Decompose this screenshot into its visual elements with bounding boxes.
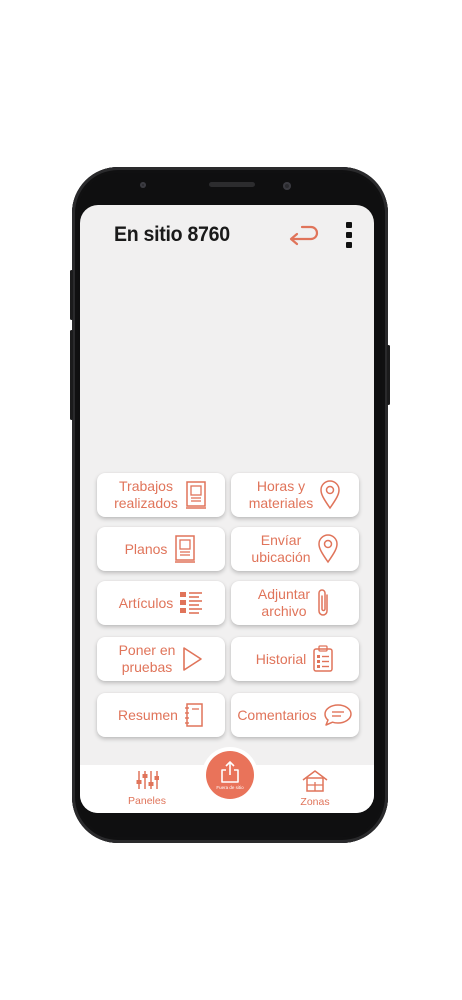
tile-adjuntar-archivo[interactable]: Adjuntar archivo	[231, 581, 359, 625]
tile-label-line2: archivo	[261, 603, 307, 619]
sliders-icon	[136, 771, 160, 789]
back-button[interactable]	[284, 225, 320, 249]
nav-paneles[interactable]: Paneles	[120, 769, 174, 807]
app-header: En sitio 8760	[80, 205, 374, 265]
chat-bubble-icon	[323, 704, 352, 726]
tile-label-line1: Planos	[124, 540, 168, 557]
tile-label: Historial	[256, 651, 307, 668]
tile-label-line1: Trabajos	[119, 478, 173, 494]
map-pin-icon	[320, 480, 341, 510]
tile-label: Comentarios	[237, 707, 316, 724]
play-icon	[183, 647, 203, 671]
tile-label-line2: materiales	[248, 495, 314, 511]
tile-historial[interactable]: Historial	[231, 637, 359, 681]
tile-label-line1: Comentarios	[237, 706, 317, 723]
tile-label: Resumen	[118, 707, 178, 724]
kebab-dot-icon	[346, 232, 352, 238]
paperclip-icon	[318, 589, 328, 616]
tile-poner-en-pruebas[interactable]: Poner en pruebas	[97, 637, 225, 681]
phone-side-button	[70, 270, 73, 320]
phone-sensor	[140, 182, 146, 188]
tile-label-line1: Poner en	[118, 642, 176, 658]
tile-label: Planos	[125, 541, 168, 558]
tile-label: Envíar ubicación	[251, 532, 310, 566]
nav-zonas-label: Zonas	[300, 796, 330, 808]
kebab-dot-icon	[346, 242, 352, 248]
tile-label: Trabajos realizados	[114, 478, 178, 512]
list-icon	[180, 592, 203, 614]
tile-label-line1: Artículos	[118, 594, 174, 611]
clipboard-icon	[313, 645, 334, 672]
map-pin-icon	[317, 534, 338, 564]
tile-label-line2: realizados	[114, 495, 178, 511]
tile-label-line1: Envíar	[260, 532, 302, 548]
nav-zonas[interactable]: Zonas	[290, 769, 340, 808]
phone-speaker	[209, 182, 255, 187]
fab-label: Fuera de sitio	[216, 785, 244, 790]
kebab-dot-icon	[346, 222, 352, 228]
phone-side-button	[70, 330, 73, 420]
phone-camera	[283, 182, 291, 190]
tile-label: Artículos	[119, 595, 173, 612]
tile-articulos[interactable]: Artículos	[97, 581, 225, 625]
tile-label: Adjuntar archivo	[258, 586, 310, 620]
nav-paneles-label: Paneles	[128, 795, 166, 807]
tile-trabajos-realizados[interactable]: Trabajos realizados	[97, 473, 225, 517]
tile-label-line2: ubicación	[251, 549, 311, 565]
fuera-de-sitio-button[interactable]: Fuera de sitio	[206, 751, 254, 799]
house-icon	[302, 770, 328, 792]
tile-label-line2: pruebas	[121, 659, 173, 675]
app-screen: En sitio 8760 Trabajos realizados Horas …	[80, 205, 374, 813]
blueprint-icon	[175, 535, 196, 563]
phone-side-button	[387, 345, 390, 405]
more-options-button[interactable]	[343, 222, 355, 252]
tile-label: Poner en pruebas	[119, 642, 176, 676]
tile-label-line1: Resumen	[118, 706, 178, 723]
page-title: En sitio 8760	[114, 223, 230, 246]
share-upload-icon	[221, 761, 239, 783]
return-arrow-icon	[289, 225, 319, 246]
tile-horas-y-materiales[interactable]: Horas y materiales	[231, 473, 359, 517]
tile-resumen[interactable]: Resumen	[97, 693, 225, 737]
tile-comentarios[interactable]: Comentarios	[231, 693, 359, 737]
tile-label-line1: Adjuntar	[257, 586, 311, 602]
tile-planos[interactable]: Planos	[97, 527, 225, 571]
worksheet-icon	[185, 481, 206, 509]
notebook-icon	[184, 703, 203, 727]
tile-label-line1: Horas y	[256, 478, 306, 494]
tile-label-line1: Historial	[255, 650, 307, 667]
tile-enviar-ubicacion[interactable]: Envíar ubicación	[231, 527, 359, 571]
tile-label: Horas y materiales	[249, 478, 314, 512]
